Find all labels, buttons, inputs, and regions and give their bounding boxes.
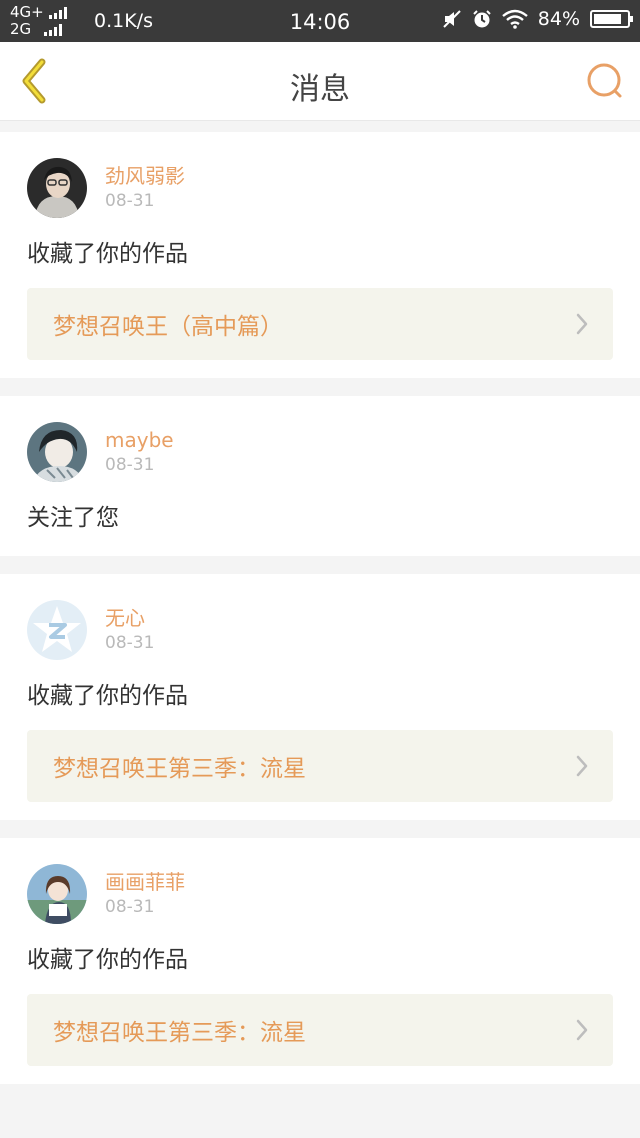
message-date: 08-31 [105, 455, 155, 475]
chevron-right-icon [576, 313, 588, 335]
back-button[interactable] [14, 56, 54, 106]
battery-percent: 84% [537, 8, 580, 30]
work-title: 梦想召唤王（高中篇） [53, 314, 283, 340]
work-link[interactable]: 梦想召唤王第三季：流星 [27, 994, 613, 1066]
message-item: 画画菲菲 08-31 收藏了你的作品 梦想召唤王第三季：流星 [0, 838, 640, 1084]
message-date: 08-31 [105, 897, 155, 917]
battery-icon [590, 10, 633, 28]
message-item: 劲风弱影 08-31 收藏了你的作品 梦想召唤王（高中篇） [0, 132, 640, 378]
status-bar: 4G+ 2G 0.1K/s 14:06 84% [0, 0, 640, 42]
username[interactable]: 画画菲菲 [105, 869, 185, 895]
message-item: 无心 08-31 收藏了你的作品 梦想召唤王第三季：流星 [0, 574, 640, 820]
avatar[interactable] [27, 158, 87, 218]
work-title: 梦想召唤王第三季：流星 [53, 1020, 306, 1046]
avatar[interactable] [27, 864, 87, 924]
search-button[interactable] [584, 60, 626, 102]
message-item: maybe 08-31 关注了您 [0, 396, 640, 556]
username[interactable]: 劲风弱影 [105, 163, 185, 189]
page-title: 消息 [290, 72, 350, 107]
message-date: 08-31 [105, 633, 155, 653]
work-link[interactable]: 梦想召唤王第三季：流星 [27, 730, 613, 802]
username[interactable]: maybe [105, 427, 174, 453]
wifi-icon [501, 9, 528, 29]
work-title: 梦想召唤王第三季：流星 [53, 756, 306, 782]
action-text: 关注了您 [27, 505, 119, 531]
status-icons: 84% [442, 8, 633, 30]
mute-icon [443, 10, 461, 28]
alarm-icon [473, 10, 491, 28]
chevron-right-icon [576, 755, 588, 777]
avatar[interactable] [27, 422, 87, 482]
work-link[interactable]: 梦想召唤王（高中篇） [27, 288, 613, 360]
message-list: 劲风弱影 08-31 收藏了你的作品 梦想召唤王（高中篇） maybe 08-3… [0, 132, 640, 1102]
action-text: 收藏了你的作品 [27, 683, 188, 709]
action-text: 收藏了你的作品 [27, 947, 188, 973]
avatar[interactable] [27, 600, 87, 660]
message-date: 08-31 [105, 191, 155, 211]
chevron-right-icon [576, 1019, 588, 1041]
navigation-bar: 消息 [0, 42, 640, 121]
username[interactable]: 无心 [105, 605, 154, 631]
action-text: 收藏了你的作品 [27, 241, 188, 267]
